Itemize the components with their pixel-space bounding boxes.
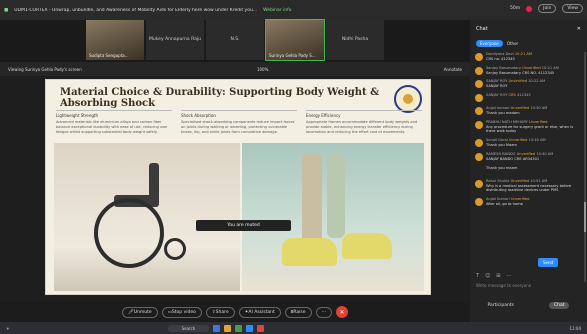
participant-strip: Sudipta Sengupta... Mukey Annapurna Raju… (0, 19, 470, 62)
participant-tile[interactable]: Nidhi Pasha (326, 20, 384, 60)
unmute-button[interactable]: 🎤︎ Unmute (122, 306, 158, 318)
chat-button[interactable]: Chat (548, 302, 570, 309)
chat-message: SANJAY ROY CRS 412345 (470, 91, 583, 104)
chrome-icon[interactable] (235, 324, 243, 332)
chat-message: Sanjay Basumatary Unverified 10:21 AM San… (470, 64, 583, 78)
prosthetic-leg-image (242, 143, 424, 291)
slide-column: Energy Efficiency Appropriate frames acc… (306, 110, 422, 134)
more-button[interactable]: ⋯ (315, 306, 332, 318)
taskbar: ☀ Search 11:04 (0, 322, 587, 334)
emoji-icon[interactable]: ☺ (485, 273, 490, 279)
view-button[interactable]: View (562, 4, 583, 13)
avatar (475, 120, 483, 129)
zoom-control[interactable]: 100% (257, 67, 268, 72)
annotate-button[interactable]: Annotate (444, 67, 462, 72)
tab-other[interactable]: Other (507, 41, 518, 46)
chat-messages: Dardiyana Devi 10:21 AM CRS no. 412345 Sa… (470, 50, 583, 280)
slide-title: Material Choice & Durability: Supporting… (60, 87, 380, 109)
avatar (475, 179, 483, 188)
avatar (475, 94, 483, 103)
chat-message: Rahul Shukla Unverified 10:51 AM Why is a… (470, 177, 583, 196)
wheelchair-image (54, 143, 240, 291)
share-bar: Viewing Surinya Gehla Pady's screen 100%… (0, 62, 470, 76)
avatar (475, 139, 483, 148)
participant-tile[interactable]: Sudipta Sengupta... (86, 20, 144, 60)
chat-scrollbar[interactable] (584, 52, 586, 282)
stop-video-button[interactable]: ▭ Stop video (161, 306, 202, 318)
explorer-icon[interactable] (213, 324, 221, 332)
tab-everyone[interactable]: Everyone (476, 39, 503, 47)
meeting-title: UDM1-CORTEX - Unwrap, unbundle, and Awar… (14, 7, 258, 13)
avatar (475, 53, 483, 61)
chat-tabs: Everyone Other (470, 38, 587, 48)
send-button[interactable]: Send (538, 258, 559, 267)
chat-message: Thank you maam (486, 165, 518, 170)
chat-message: Anjali kumari Unverified 10:30 AM Thank y… (470, 104, 583, 118)
participants-button[interactable]: Participants (488, 303, 514, 308)
shield-icon: ■ (4, 7, 9, 13)
chat-message: RAMESH BANDO Unverified 10:40 AM SANJAY B… (470, 150, 583, 164)
more-icon[interactable]: ⋯ (506, 273, 511, 279)
zoom-icon[interactable] (246, 324, 254, 332)
webinar-info-link[interactable]: Webinar info (263, 8, 291, 13)
participant-tile-active[interactable]: Surinya Gehla Pady S... (265, 19, 325, 61)
attach-icon[interactable]: ⊞ (496, 273, 500, 279)
raise-hand-button[interactable]: ✋︎ Raise (284, 306, 312, 318)
share-button[interactable]: ⇪ Share (205, 306, 235, 318)
shared-slide: Material Choice & Durability: Supporting… (45, 79, 431, 295)
meeting-controls: 🎤︎ Unmute ▭ Stop video ⇪ Share ✦ AI Assi… (0, 302, 470, 322)
chat-title: Chat (476, 26, 488, 32)
avatar (475, 152, 483, 161)
app-icon[interactable] (257, 324, 265, 332)
weather-icon[interactable]: ☀ (6, 326, 10, 331)
participant-tile[interactable]: Mukey Annapurna Raju (146, 20, 204, 60)
slide-column: Shock Absorption Specialised shock-absor… (181, 110, 297, 134)
panel-toggles: Participants Chat (470, 302, 587, 309)
title-bar: ■ UDM1-CORTEX - Unwrap, unbundle, and Aw… (0, 0, 587, 20)
more-icon: ⋯ (321, 309, 327, 315)
chat-panel: Chat ✕ Everyone Other Dardiyana Devi 10:… (470, 20, 587, 322)
participant-tile[interactable]: N.S. (206, 20, 264, 60)
join-button[interactable]: Join (538, 4, 557, 13)
slide-column: Lightweight Strength Advanced materials … (56, 110, 172, 134)
format-icon[interactable]: T (476, 273, 479, 279)
chat-header: Chat ✕ (470, 20, 587, 38)
close-icon[interactable]: ✕ (577, 26, 581, 32)
avatar (475, 107, 483, 116)
top-right-controls: 50m Join View (510, 4, 583, 13)
chat-input[interactable]: Write message to everyone (476, 283, 581, 295)
chat-message: Sonali Gorai Unverified 10:40 AM Thank yo… (470, 136, 583, 150)
record-icon[interactable] (526, 5, 533, 12)
end-call-button[interactable]: ✕ (336, 306, 348, 318)
avatar (475, 80, 483, 89)
chat-message: SANJAY ROY Unverified 10:22 AM SANJAY ROY (470, 77, 583, 91)
emblem-logo (394, 85, 422, 113)
avatar (475, 198, 483, 207)
chat-message: Dardiyana Devi 10:21 AM CRS no. 412345 (470, 50, 583, 64)
muted-tooltip: You are muted (196, 220, 291, 231)
folder-icon[interactable] (224, 324, 232, 332)
search-box[interactable]: Search (167, 324, 210, 332)
avatar (475, 66, 483, 75)
chat-tools: T ☺ ⊞ ⋯ (470, 271, 587, 281)
close-icon: ✕ (339, 308, 345, 316)
chat-message: Anjali Kumari Unverified After all, go to… (470, 195, 583, 209)
chat-message: PRABHU NATH MEHARY Unverified Any procedu… (470, 118, 583, 137)
timer: 50m (510, 6, 521, 11)
clock: 11:04 (569, 325, 581, 331)
ai-assistant-button[interactable]: ✦ AI Assistant (238, 306, 281, 318)
share-label: Viewing Surinya Gehla Pady's screen (8, 66, 82, 72)
